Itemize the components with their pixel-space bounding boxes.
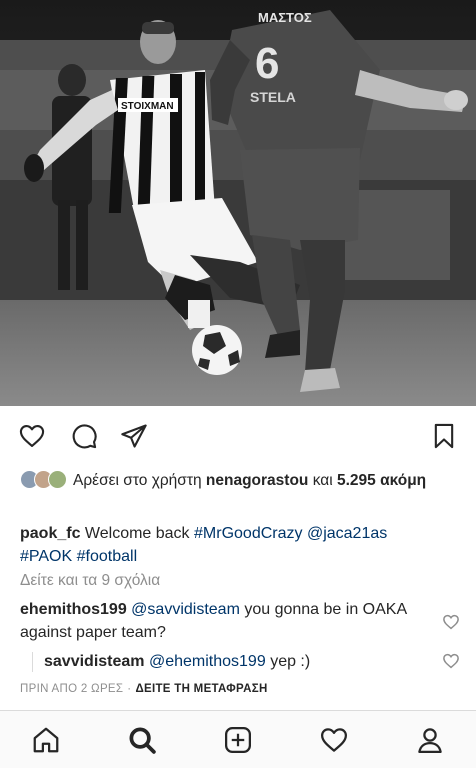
comment-icon xyxy=(72,424,97,449)
home-icon xyxy=(33,727,59,753)
likes-summary[interactable]: Αρέσει στο χρήστη nenagorastou και 5.295… xyxy=(20,470,462,491)
post-caption: paok_fc Welcome back #MrGoodCrazy @jaca2… xyxy=(20,522,456,568)
comment-item: ehemithos199 @savvidisteam you gonna be … xyxy=(20,598,436,644)
svg-text:STOIXMAN: STOIXMAN xyxy=(121,101,174,112)
reply-thread-line xyxy=(32,652,33,672)
avatar xyxy=(48,470,67,489)
like-button[interactable] xyxy=(16,420,48,452)
comment-button[interactable] xyxy=(68,420,100,452)
svg-text:ΜΑΣΤΟΣ: ΜΑΣΤΟΣ xyxy=(258,10,312,25)
bookmark-icon xyxy=(434,423,454,449)
add-post-icon xyxy=(225,727,251,753)
likes-middle: και xyxy=(312,472,333,489)
comment-mention[interactable]: @ehemithos199 xyxy=(149,653,266,670)
likes-count[interactable]: 5.295 xyxy=(337,472,376,489)
caption-hashtag[interactable]: #MrGoodCrazy xyxy=(194,525,302,542)
comment-mention[interactable]: @savvidisteam xyxy=(131,601,240,618)
activity-heart-icon xyxy=(321,728,347,752)
caption-hashtag[interactable]: #football xyxy=(77,548,138,565)
post-photo-illustration: STOIXMAN ΜΑΣΤΟΣ 6 STELA xyxy=(0,0,476,406)
profile-icon xyxy=(418,728,442,753)
caption-username[interactable]: paok_fc xyxy=(20,525,80,542)
tab-new-post[interactable] xyxy=(220,723,256,757)
svg-text:6: 6 xyxy=(255,39,279,88)
comment-reply: savvidisteam @ehemithos199 yep :) xyxy=(44,650,436,673)
comment-username[interactable]: savvidisteam xyxy=(44,653,145,670)
svg-text:STELA: STELA xyxy=(250,89,296,105)
view-all-comments-link[interactable]: Δείτε και τα 9 σχόλια xyxy=(20,572,160,590)
caption-mention[interactable]: @jaca21as xyxy=(307,525,387,542)
comment-like-icon[interactable] xyxy=(442,613,460,631)
heart-icon xyxy=(19,425,45,447)
post-photo[interactable]: STOIXMAN ΜΑΣΤΟΣ 6 STELA xyxy=(0,0,476,406)
tab-profile[interactable] xyxy=(412,723,448,757)
tab-activity[interactable] xyxy=(316,723,352,757)
post-meta: ΠΡΙΝ ΑΠΟ 2 ΩΡΕΣ · ΔΕΙΤΕ ΤΗ ΜΕΤΑΦΡΑΣΗ xyxy=(20,683,268,695)
share-button[interactable] xyxy=(118,420,150,452)
caption-text: Welcome back xyxy=(84,525,190,542)
meta-separator: · xyxy=(127,683,132,695)
likes-prefix: Αρέσει στο χρήστη xyxy=(73,472,202,489)
tab-home[interactable] xyxy=(28,723,64,757)
comment-text: yep :) xyxy=(270,653,311,670)
post-timestamp: ΠΡΙΝ ΑΠΟ 2 ΩΡΕΣ xyxy=(20,683,124,695)
likes-suffix: ακόμη xyxy=(380,472,427,489)
share-icon xyxy=(121,424,147,448)
comment-like-icon[interactable] xyxy=(442,652,460,670)
see-translation-link[interactable]: ΔΕΙΤΕ ΤΗ ΜΕΤΑΦΡΑΣΗ xyxy=(135,683,267,695)
liker-avatars xyxy=(20,470,67,489)
save-button[interactable] xyxy=(428,420,460,452)
caption-hashtag[interactable]: #PAOK xyxy=(20,548,72,565)
bottom-tab-bar xyxy=(0,710,476,768)
search-icon xyxy=(129,727,156,754)
comment-username[interactable]: ehemithos199 xyxy=(20,601,127,618)
liker-username[interactable]: nenagorastou xyxy=(206,472,308,489)
tab-search[interactable] xyxy=(124,723,160,757)
post-action-bar xyxy=(0,420,476,456)
